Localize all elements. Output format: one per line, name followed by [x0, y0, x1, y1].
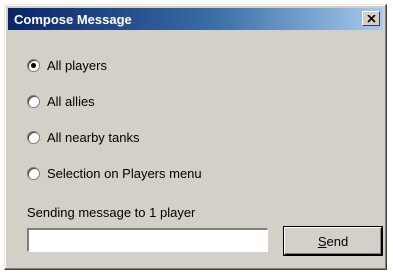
- radio-unselected-icon[interactable]: [27, 167, 40, 180]
- radio-label-all-allies: All allies: [47, 94, 95, 109]
- window-title: Compose Message: [14, 12, 132, 27]
- radio-all-nearby-tanks[interactable]: All nearby tanks: [27, 130, 140, 145]
- compose-message-dialog: Compose Message All players All allies A…: [4, 4, 387, 270]
- radio-all-allies[interactable]: All allies: [27, 94, 95, 109]
- radio-unselected-icon[interactable]: [27, 95, 40, 108]
- close-icon: [366, 14, 376, 23]
- send-button[interactable]: Send: [284, 227, 382, 255]
- title-bar[interactable]: Compose Message: [8, 8, 383, 30]
- radio-selected-icon[interactable]: [27, 59, 40, 72]
- close-button[interactable]: [362, 11, 380, 26]
- radio-label-selection-players-menu: Selection on Players menu: [47, 166, 202, 181]
- message-input[interactable]: [27, 228, 268, 252]
- radio-selection-players-menu[interactable]: Selection on Players menu: [27, 166, 202, 181]
- radio-label-all-nearby-tanks: All nearby tanks: [47, 130, 140, 145]
- radio-label-all-players: All players: [47, 58, 107, 73]
- send-button-label: end: [326, 233, 349, 249]
- radio-all-players[interactable]: All players: [27, 58, 107, 73]
- send-button-mnemonic: S: [317, 233, 327, 249]
- radio-unselected-icon[interactable]: [27, 131, 40, 144]
- status-text: Sending message to 1 player: [27, 205, 196, 220]
